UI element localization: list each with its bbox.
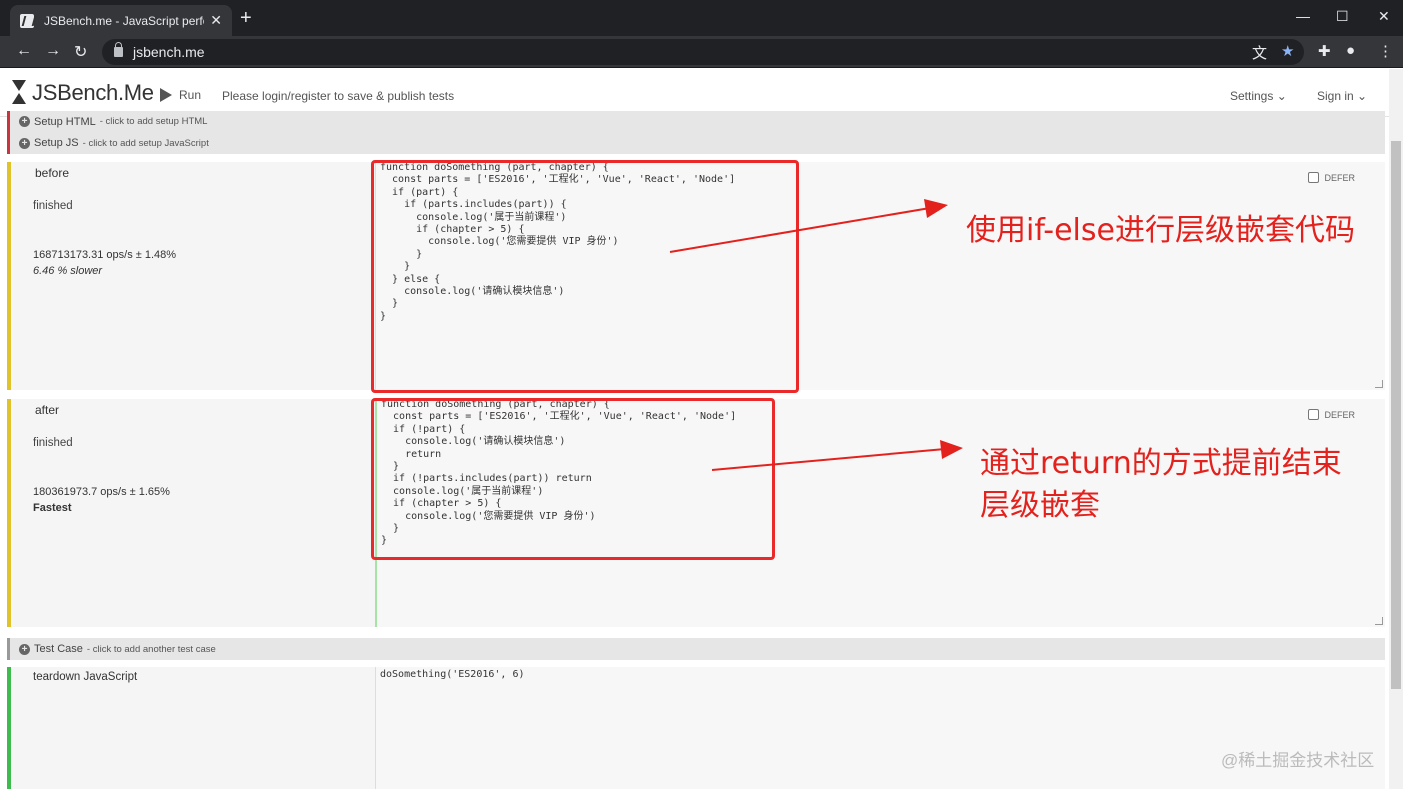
- arrow-line-1: [669, 207, 931, 253]
- arrow-line-2: [711, 448, 946, 471]
- arrow-head-2: [940, 440, 963, 459]
- annotation-text-2a: 通过return的方式提前结束: [980, 446, 1342, 481]
- arrow-head-1: [924, 199, 948, 218]
- annotation-text-2b: 层级嵌套: [980, 488, 1100, 523]
- annotation-text-1: 使用if-else进行层级嵌套代码: [966, 213, 1355, 248]
- annotation-arrows: [669, 199, 963, 471]
- watermark: @稀土掘金技术社区: [1221, 751, 1375, 770]
